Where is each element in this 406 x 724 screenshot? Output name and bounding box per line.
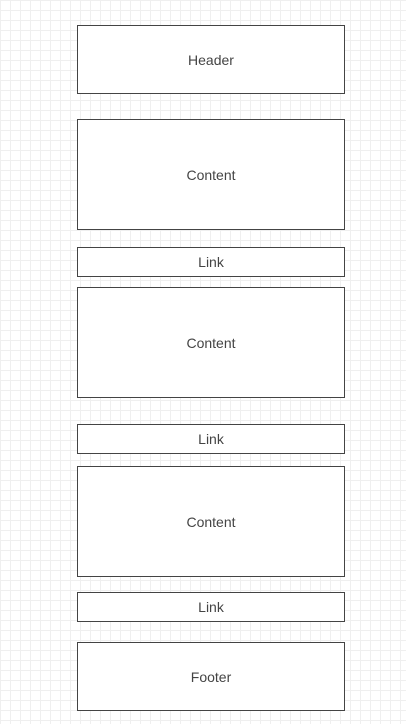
content-block-2: Content: [77, 287, 345, 398]
footer-label: Footer: [190, 668, 232, 685]
footer-block: Footer: [77, 642, 345, 711]
content-label-3: Content: [186, 513, 236, 530]
link-block-3[interactable]: Link: [77, 592, 345, 622]
link-label-1: Link: [198, 254, 224, 270]
content-block-3: Content: [77, 466, 345, 577]
header-label: Header: [188, 51, 234, 68]
content-label-2: Content: [186, 334, 236, 351]
link-label-3: Link: [198, 599, 224, 615]
link-block-1[interactable]: Link: [77, 247, 345, 277]
link-label-2: Link: [198, 431, 224, 447]
link-block-2[interactable]: Link: [77, 424, 345, 454]
content-label-1: Content: [186, 166, 236, 183]
header-block: Header: [77, 25, 345, 94]
content-block-1: Content: [77, 119, 345, 230]
